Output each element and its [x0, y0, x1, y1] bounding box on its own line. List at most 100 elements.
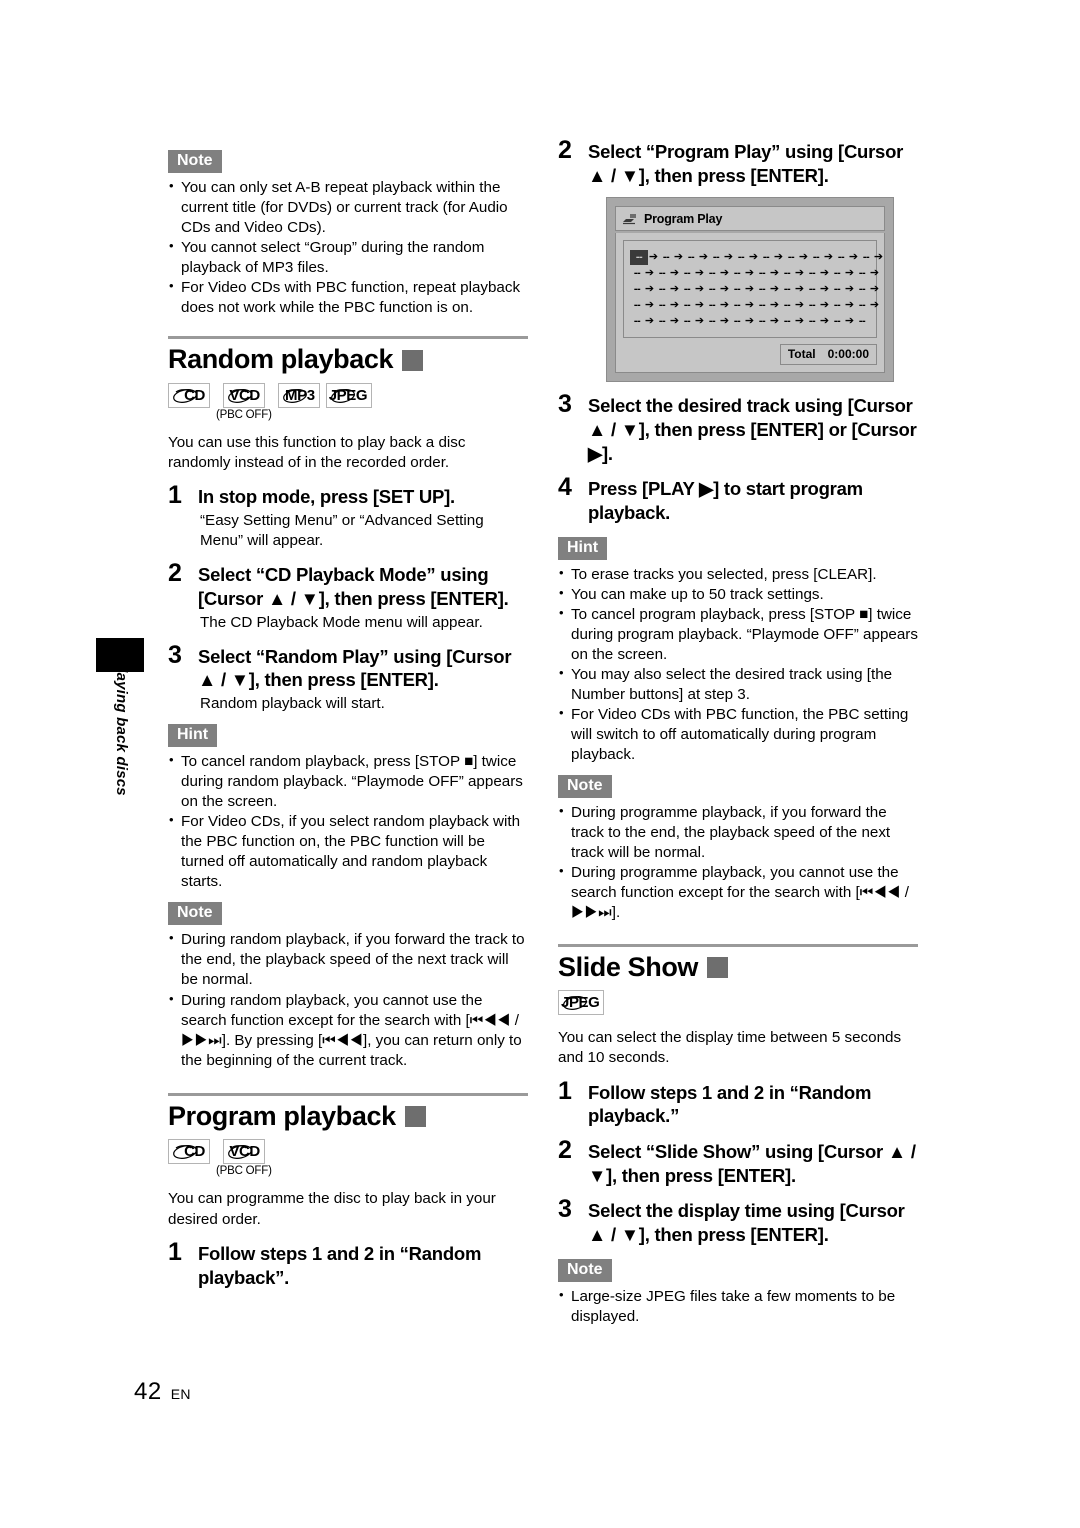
osd-track-slot[interactable]: -- ➔: [705, 267, 730, 279]
section-title-text: Slide Show: [558, 951, 699, 982]
osd-track-slot[interactable]: -- ➔: [680, 282, 705, 295]
osd-track-slot[interactable]: -- ➔: [755, 299, 780, 311]
osd-track-slot[interactable]: -- ➔: [659, 250, 684, 263]
osd-track-slot[interactable]: -- ➔: [705, 314, 730, 327]
disc-badge-cd: CD: [168, 1139, 210, 1165]
osd-total-row: Total 0:00:00: [623, 344, 877, 366]
osd-track-slot[interactable]: -- ➔: [680, 299, 705, 311]
osd-track-slot[interactable]: -- ➔: [755, 266, 780, 279]
osd-track-slot[interactable]: -- ➔: [630, 315, 655, 327]
osd-track-placeholder: --: [687, 250, 695, 263]
osd-track-slot[interactable]: -- ➔: [759, 250, 784, 263]
osd-track-slot[interactable]: -- ➔: [830, 283, 855, 295]
disc-icon: VCD: [222, 383, 265, 409]
disc-icon: VCD: [222, 1139, 265, 1165]
osd-track-placeholder: --: [808, 282, 816, 295]
osd-track-slot[interactable]: -- ➔: [730, 315, 755, 327]
osd-track-placeholder: --: [733, 282, 741, 295]
osd-track-slot[interactable]: -- ➔: [805, 314, 830, 327]
osd-track-placeholder: --: [662, 250, 670, 263]
osd-track-slot[interactable]: -- ➔: [630, 283, 655, 295]
osd-track-placeholder: --: [758, 282, 766, 295]
osd-track-placeholder: --: [808, 314, 816, 327]
osd-track-slot[interactable]: -- ➔: [805, 267, 830, 279]
osd-track-slot[interactable]: -- ➔: [805, 282, 830, 295]
osd-track-slot[interactable]: -- ➔: [755, 282, 780, 295]
osd-track-slot[interactable]: -- ➔: [734, 250, 759, 263]
osd-track-slot[interactable]: -- ➔: [680, 314, 705, 327]
osd-track-placeholder: --: [658, 266, 666, 279]
osd-track-placeholder: --: [683, 266, 691, 279]
osd-track-slot[interactable]: -- ➔: [630, 299, 655, 311]
osd-track-slot[interactable]: -- ➔: [655, 266, 680, 279]
note-list: During programme playback, if you forwar…: [558, 802, 918, 923]
osd-track-slot[interactable]: -- ➔: [730, 266, 755, 279]
osd-track-slot[interactable]: -- ➔: [684, 250, 709, 263]
osd-track-slot[interactable]: -- ➔: [655, 314, 680, 327]
arrow-right-icon: ➔: [769, 266, 780, 279]
osd-track-slot[interactable]: -- ➔: [680, 266, 705, 279]
osd-track-slot[interactable]: -- ➔: [855, 299, 880, 311]
osd-track-slot[interactable]: -- ➔: [630, 266, 655, 279]
arrow-right-icon: ➔: [694, 282, 705, 295]
manual-page: Playing back discs Note You can only set…: [0, 0, 1080, 1528]
arrow-right-icon: ➔: [748, 250, 759, 263]
osd-track-slot[interactable]: -- ➔: [834, 251, 859, 263]
list-item: To erase tracks you selected, press [CLE…: [558, 564, 918, 585]
step-subtext: “Easy Setting Menu” or “Advanced Setting…: [200, 512, 484, 550]
osd-track-slot[interactable]: -- ➔: [730, 299, 755, 311]
osd-track-placeholder: --: [733, 266, 741, 279]
section-title-slide-show: Slide Show: [558, 951, 918, 983]
osd-track-slot[interactable]: -- ➔: [809, 251, 834, 263]
osd-track-slot[interactable]: -- ➔: [855, 267, 880, 279]
arrow-right-icon: ➔: [773, 250, 784, 263]
osd-track-placeholder: --: [633, 266, 641, 279]
step-number: 3: [558, 390, 572, 419]
note-list: You can only set A-B repeat playback wit…: [168, 177, 528, 318]
osd-track-slot[interactable]: -- ➔: [780, 283, 805, 295]
osd-track-slot[interactable]: --: [855, 315, 869, 327]
step-number: 1: [168, 1237, 182, 1266]
osd-track-slot[interactable]: -- ➔: [730, 282, 755, 295]
right-column: 2 Select “Program Play” using [Cursor ▲ …: [558, 138, 918, 1327]
osd-track-slot[interactable]: -- ➔: [855, 283, 880, 295]
osd-track-slot[interactable]: -- ➔: [780, 315, 805, 327]
osd-track-slot[interactable]: -- ➔: [780, 299, 805, 311]
disc-label: CD: [184, 387, 205, 405]
osd-track-slot[interactable]: -- ➔: [755, 315, 780, 327]
section-title-text: Program playback: [168, 1100, 396, 1131]
osd-track-slot[interactable]: -- ➔: [859, 251, 884, 263]
arrow-right-icon: ➔: [694, 314, 705, 327]
disc-type-icons-random: CD VCD (PBC OFF) MP3 JPEG: [168, 383, 528, 421]
arrow-right-icon: ➔: [819, 314, 830, 327]
osd-track-slot[interactable]: -- ➔: [784, 250, 809, 263]
arrow-right-icon: ➔: [669, 314, 680, 327]
osd-track-slot[interactable]: -- ➔: [780, 267, 805, 279]
osd-track-slot[interactable]: -- ➔: [830, 267, 855, 279]
osd-track-slot[interactable]: -- ➔: [709, 251, 734, 263]
note-badge: Note: [558, 775, 612, 799]
osd-track-slot[interactable]: -- ➔: [655, 299, 680, 311]
list-item: For Video CDs, if you select random play…: [168, 811, 528, 892]
list-item: During programme playback, you cannot us…: [558, 862, 918, 923]
osd-track-placeholder: --: [762, 250, 770, 263]
section-marker-square: [404, 1106, 426, 1128]
osd-track-grid[interactable]: -- ➔ -- ➔ -- ➔ -- ➔ -- ➔ -- ➔ -- ➔ -- ➔ -- ➔ -- ➔ -- ➔ -- ➔ -- ➔ -…: [623, 240, 883, 339]
osd-track-placeholder: --: [708, 298, 716, 311]
list-item: Large-size JPEG files take a few moments…: [558, 1286, 918, 1327]
osd-track-slot[interactable]: -- ➔: [705, 283, 730, 295]
note-list: During random playback, if you forward t…: [168, 929, 528, 1070]
list-item: During random playback, if you forward t…: [168, 929, 528, 990]
step-3: 3 Select “Random Play” using [Cursor ▲ /…: [168, 642, 528, 692]
osd-track-slot[interactable]: -- ➔: [655, 283, 680, 295]
osd-track-slot-cursor[interactable]: -- ➔: [630, 249, 659, 265]
arrow-right-icon: ➔: [719, 314, 730, 327]
osd-track-slot[interactable]: -- ➔: [805, 299, 830, 311]
step-subtext: The CD Playback Mode menu will appear.: [200, 613, 483, 631]
osd-track-slot[interactable]: -- ➔: [830, 299, 855, 311]
section-title-program-playback: Program playback: [168, 1100, 528, 1132]
arrow-right-icon: ➔: [798, 250, 809, 263]
osd-track-slot[interactable]: -- ➔: [705, 298, 730, 311]
osd-track-slot[interactable]: -- ➔: [830, 315, 855, 327]
section-title-text: Random playback: [168, 344, 394, 375]
